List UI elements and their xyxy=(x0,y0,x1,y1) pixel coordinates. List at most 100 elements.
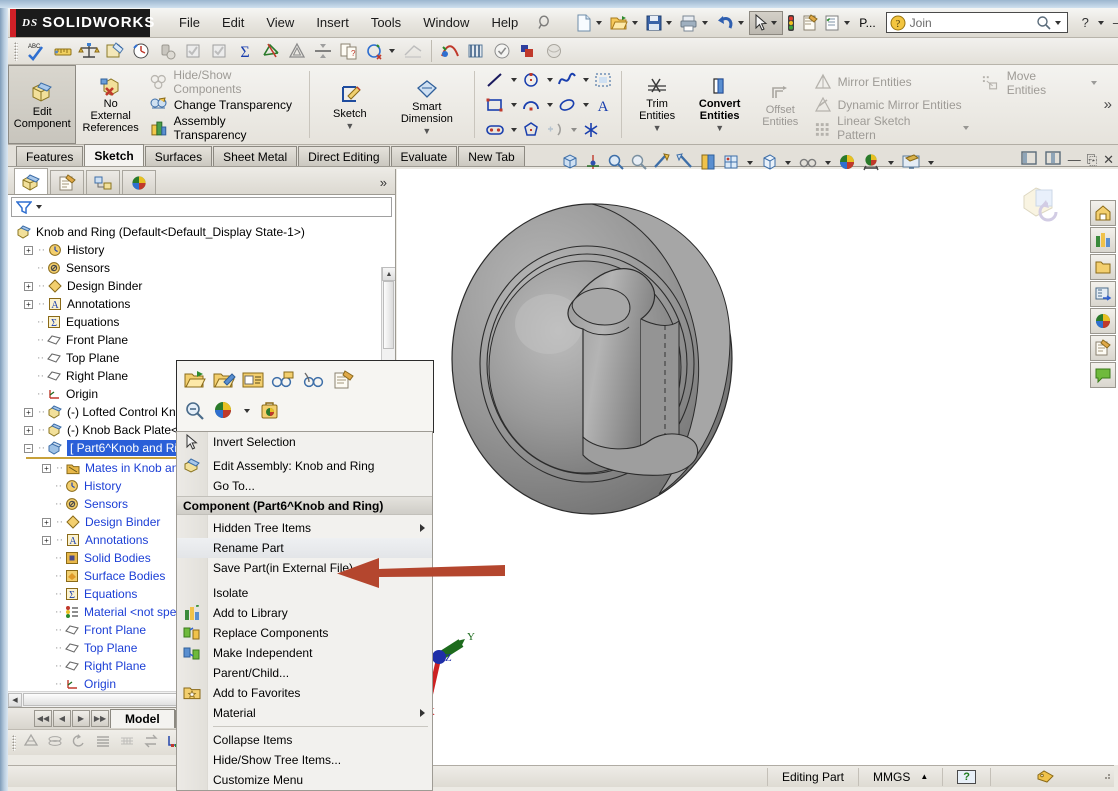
feature-manager-expand-chevron[interactable]: » xyxy=(372,171,395,194)
chevron-down-icon[interactable] xyxy=(1054,20,1061,25)
resize-grip[interactable] xyxy=(1100,769,1114,784)
smart-dimension-dropdown-caret[interactable]: ▼ xyxy=(422,125,431,137)
fillet-icon[interactable] xyxy=(544,120,566,140)
configuration-manager-tab[interactable] xyxy=(86,170,120,194)
chevron-down-icon[interactable] xyxy=(510,127,517,132)
tab-evaluate[interactable]: Evaluate xyxy=(390,146,458,166)
component-properties-icon[interactable] xyxy=(332,369,356,394)
chevron-down-icon[interactable] xyxy=(582,77,589,82)
view-palette-button[interactable] xyxy=(1090,281,1116,307)
chevron-down-icon[interactable] xyxy=(738,20,745,25)
toolbar-grip[interactable] xyxy=(12,734,16,751)
compare-documents-icon[interactable]: ? xyxy=(336,40,362,62)
scene-icon[interactable] xyxy=(860,152,882,175)
last-tab-button[interactable]: ▶▶ xyxy=(91,710,109,727)
collapse-toggle[interactable]: − xyxy=(24,443,33,453)
chevron-down-icon[interactable] xyxy=(546,77,553,82)
chevron-down-icon[interactable] xyxy=(632,20,639,25)
polygon-icon[interactable] xyxy=(520,120,542,140)
appearances-scenes-button[interactable] xyxy=(1090,308,1116,334)
options-button[interactable] xyxy=(821,12,855,34)
menu-edit[interactable]: Edit xyxy=(211,11,255,34)
menu-item-make-independent[interactable]: Make Independent xyxy=(177,643,432,663)
menu-insert[interactable]: Insert xyxy=(305,11,360,34)
line-icon[interactable] xyxy=(484,70,506,90)
list-lines-icon[interactable] xyxy=(94,733,112,752)
offset-entities-button[interactable]: Offset Entities xyxy=(752,65,809,144)
edit-component-button[interactable]: Edit Component xyxy=(8,65,77,144)
circle-icon[interactable] xyxy=(520,70,542,90)
sketch-button[interactable]: Sketch ▼ xyxy=(315,65,385,144)
menu-item-add-to-favorites[interactable]: Add to Favorites xyxy=(177,683,432,703)
tree-item-history[interactable]: + ·· History xyxy=(8,241,395,259)
tab-sheet-metal[interactable]: Sheet Metal xyxy=(213,146,298,166)
tab-direct-editing[interactable]: Direct Editing xyxy=(298,146,390,166)
display-manager-tab[interactable] xyxy=(122,170,156,194)
design-library-button[interactable] xyxy=(1090,227,1116,253)
caret-up-icon[interactable]: ▲ xyxy=(920,772,928,781)
scroll-left-arrow[interactable]: ◀ xyxy=(8,692,22,707)
menu-item-material[interactable]: Material xyxy=(177,703,432,723)
zoom-to-area-icon[interactable] xyxy=(606,152,626,175)
zoom-to-fit-icon[interactable] xyxy=(560,152,580,175)
chevron-down-icon[interactable] xyxy=(928,161,934,165)
tab-model[interactable]: Model xyxy=(110,709,175,728)
point-star-icon[interactable] xyxy=(580,120,602,140)
menu-item-invert-selection[interactable]: Invert Selection xyxy=(177,432,432,452)
minimize-document-button[interactable]: — xyxy=(1068,152,1081,167)
mirror-entities-button[interactable]: Mirror Entities xyxy=(813,70,973,93)
select-button[interactable] xyxy=(749,10,784,35)
previous-view-icon[interactable] xyxy=(675,152,695,175)
sensor-clock-icon[interactable] xyxy=(128,40,154,62)
menu-item-parent-child[interactable]: Parent/Child... xyxy=(177,663,432,683)
tab-surfaces[interactable]: Surfaces xyxy=(144,146,213,166)
sketch-dropdown-caret[interactable]: ▼ xyxy=(345,120,354,132)
scroll-up-arrow[interactable]: ▲ xyxy=(382,267,395,281)
properties-window-icon[interactable] xyxy=(241,369,265,394)
motion-calculate-icon[interactable] xyxy=(22,733,40,752)
check-entity-icon[interactable] xyxy=(362,40,400,62)
search-input[interactable]: ? Join xyxy=(885,12,1068,33)
chevron-down-icon[interactable] xyxy=(963,125,970,130)
menu-window[interactable]: Window xyxy=(412,11,480,34)
view-orientation-cube-icon[interactable] xyxy=(721,152,741,175)
grid-icon[interactable] xyxy=(118,733,136,752)
new-document-button[interactable] xyxy=(573,12,607,34)
tab-sketch[interactable]: Sketch xyxy=(84,144,144,166)
file-explorer-button[interactable] xyxy=(1090,254,1116,280)
smart-dimension-button[interactable]: Smart Dimension ▼ xyxy=(385,65,469,144)
menu-item-hide-show-tree-items[interactable]: Hide/Show Tree Items... xyxy=(177,750,432,770)
select-region-icon[interactable] xyxy=(592,70,614,90)
tree-root-assembly[interactable]: Knob and Ring (Default<Default_Display S… xyxy=(8,223,395,241)
zoom-out-icon[interactable] xyxy=(629,152,649,175)
scroll-thumb[interactable] xyxy=(383,281,394,349)
geometry-analysis-icon[interactable] xyxy=(258,40,284,62)
chevron-down-icon[interactable] xyxy=(1090,80,1097,85)
chevron-down-icon[interactable] xyxy=(771,20,778,25)
appearance-sphere-icon[interactable] xyxy=(212,399,236,424)
equations-sigma-icon[interactable]: Σ xyxy=(232,40,258,62)
chevron-down-icon[interactable] xyxy=(582,102,589,107)
menu-item-collapse-items[interactable]: Collapse Items xyxy=(177,730,432,750)
chevron-down-icon[interactable] xyxy=(546,102,553,107)
check-circle-icon[interactable] xyxy=(489,40,515,62)
first-tab-button[interactable]: ◀◀ xyxy=(34,710,52,727)
no-external-references-button[interactable]: No External References xyxy=(76,65,144,144)
chevron-down-icon[interactable] xyxy=(596,20,603,25)
status-help-badge[interactable]: ? xyxy=(942,767,990,786)
menu-item-add-to-library[interactable]: Add to Library xyxy=(177,603,432,623)
undo-button[interactable] xyxy=(713,12,749,34)
file-properties-button[interactable] xyxy=(799,12,821,34)
motion-playback-icon[interactable] xyxy=(46,733,64,752)
tab-features[interactable]: Features xyxy=(16,146,84,166)
rebuild-button[interactable] xyxy=(783,12,799,34)
tree-item-sensors[interactable]: ·· Sensors xyxy=(8,259,395,277)
slot-icon[interactable] xyxy=(484,120,506,140)
ribbon-expand-chevron[interactable]: » xyxy=(1104,65,1118,144)
expand-toggle[interactable]: + xyxy=(24,299,33,309)
convert-entities-button[interactable]: Convert Entities ▼ xyxy=(687,65,752,144)
deviation-analysis-icon[interactable] xyxy=(400,40,426,62)
tree-filter-box[interactable] xyxy=(11,197,392,217)
chevron-down-icon[interactable] xyxy=(36,205,42,209)
check-empty2-icon[interactable] xyxy=(206,40,232,62)
